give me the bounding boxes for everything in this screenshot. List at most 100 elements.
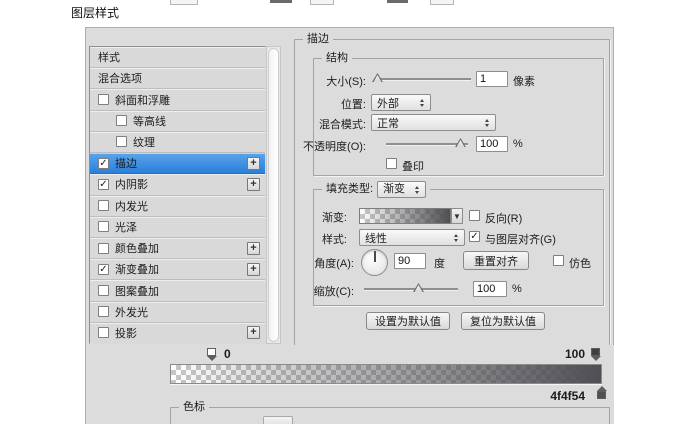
scrollbar-thumb[interactable] bbox=[268, 48, 279, 342]
scale-input[interactable] bbox=[473, 281, 507, 297]
sidebar-item-inner-shadow[interactable]: ✓ 内阴影 + bbox=[90, 174, 265, 196]
sidebar-item-satin[interactable]: 光泽 bbox=[90, 217, 265, 238]
opacity-stop-right[interactable] bbox=[590, 348, 601, 361]
scale-slider-track[interactable] bbox=[364, 288, 458, 290]
inner-glow-checkbox[interactable] bbox=[98, 200, 109, 212]
angle-input[interactable] bbox=[394, 253, 426, 269]
stops-ui-fragment bbox=[263, 416, 293, 424]
sidebar-item-contour[interactable]: 等高线 bbox=[90, 111, 265, 132]
gradient-label: 渐变: bbox=[321, 212, 347, 224]
angle-unit-label: 度 bbox=[434, 258, 445, 270]
outer-glow-checkbox[interactable] bbox=[98, 306, 109, 318]
angle-label: 角度(A): bbox=[314, 258, 354, 270]
position-label: 位置: bbox=[340, 99, 366, 111]
stroke-group-title: 描边 bbox=[303, 33, 333, 46]
satin-checkbox[interactable] bbox=[98, 221, 109, 233]
stops-group-title: 色标 bbox=[179, 401, 209, 414]
add-gradient-overlay-effect-button[interactable]: + bbox=[247, 262, 260, 276]
style-list: 样式 混合选项 斜面和浮雕 等高线 纹理 ✓ 描边 + ✓ 内阴影 + 内发光 … bbox=[89, 46, 266, 344]
sidebar-item-label: 外发光 bbox=[115, 306, 148, 319]
opacity-stop-left[interactable] bbox=[206, 348, 217, 361]
sidebar-item-pattern-overlay[interactable]: 图案叠加 bbox=[90, 280, 265, 302]
add-color-overlay-effect-button[interactable]: + bbox=[247, 241, 260, 255]
blend-mode-dropdown-value: 正常 bbox=[377, 117, 399, 130]
contour-checkbox[interactable] bbox=[116, 115, 127, 127]
angle-dial-needle-icon bbox=[373, 251, 376, 262]
sidebar-item-texture[interactable]: 纹理 bbox=[90, 132, 265, 154]
gradient-swatch[interactable] bbox=[359, 208, 451, 224]
color-stop[interactable] bbox=[596, 386, 607, 399]
texture-checkbox[interactable] bbox=[116, 136, 127, 148]
opacity-slider-track[interactable] bbox=[386, 143, 468, 145]
opacity-stop-box bbox=[207, 348, 216, 356]
opacity-label: 不透明度(O): bbox=[303, 141, 366, 153]
sidebar-item-label: 图案叠加 bbox=[115, 285, 159, 298]
layer-style-dialog: 样式 混合选项 斜面和浮雕 等高线 纹理 ✓ 描边 + ✓ 内阴影 + 内发光 … bbox=[85, 27, 614, 424]
opacity-stop-pointer-icon bbox=[590, 356, 601, 361]
reverse-checkbox[interactable] bbox=[469, 210, 480, 221]
bevel-emboss-checkbox[interactable] bbox=[98, 94, 109, 106]
color-overlay-checkbox[interactable] bbox=[98, 242, 109, 254]
angle-dial[interactable] bbox=[361, 249, 388, 276]
reverse-label: 反向(R) bbox=[485, 213, 523, 225]
blend-mode-dropdown[interactable]: 正常 bbox=[371, 114, 496, 131]
updown-arrows-icon bbox=[415, 184, 421, 196]
gradient-style-dropdown[interactable]: 线性 bbox=[359, 229, 465, 246]
inner-shadow-checkbox[interactable]: ✓ bbox=[98, 178, 109, 190]
align-with-layer-checkbox[interactable]: ✓ bbox=[469, 231, 480, 242]
scale-unit-label: % bbox=[512, 283, 522, 295]
sidebar-item-label: 渐变叠加 bbox=[115, 264, 159, 277]
add-stroke-effect-button[interactable]: + bbox=[247, 156, 260, 170]
gradient-overlay-checkbox[interactable]: ✓ bbox=[98, 263, 109, 275]
pattern-overlay-checkbox[interactable] bbox=[98, 285, 109, 297]
opacity-input[interactable] bbox=[476, 136, 508, 152]
fill-type-legend: 填充类型: 渐变 bbox=[322, 181, 431, 198]
gradient-editor-strip: 0 100 4f4f54 色标 bbox=[87, 345, 614, 424]
add-inner-shadow-effect-button[interactable]: + bbox=[247, 177, 260, 191]
sidebar-item-inner-glow[interactable]: 内发光 bbox=[90, 196, 265, 217]
background-ui-fragment bbox=[310, 0, 334, 5]
add-drop-shadow-effect-button[interactable]: + bbox=[247, 326, 260, 340]
opacity-stop-pointer-icon bbox=[206, 356, 217, 361]
opacity-stop-box bbox=[591, 348, 600, 356]
position-dropdown[interactable]: 外部 bbox=[371, 94, 431, 111]
sidebar-item-outer-glow[interactable]: 外发光 bbox=[90, 302, 265, 323]
stops-group: 色标 bbox=[170, 401, 610, 424]
sidebar-item-bevel-emboss[interactable]: 斜面和浮雕 bbox=[90, 89, 265, 111]
sidebar-item-blending-options[interactable]: 混合选项 bbox=[90, 68, 265, 90]
structure-group-title: 结构 bbox=[322, 52, 352, 65]
fill-type-label: 填充类型: bbox=[326, 183, 374, 195]
sidebar-item-drop-shadow[interactable]: 投影 + bbox=[90, 323, 265, 343]
updown-arrows-icon bbox=[454, 232, 460, 244]
sidebar-item-label: 样式 bbox=[98, 52, 120, 65]
dither-checkbox[interactable] bbox=[553, 255, 564, 266]
reset-default-button[interactable]: 复位为默认值 bbox=[461, 312, 545, 330]
sidebar-item-label: 内发光 bbox=[115, 200, 148, 213]
sidebar-item-color-overlay[interactable]: 颜色叠加 + bbox=[90, 238, 265, 260]
sidebar-item-label: 斜面和浮雕 bbox=[115, 94, 170, 107]
reset-alignment-button[interactable]: 重置对齐 bbox=[463, 251, 529, 270]
size-slider-track[interactable] bbox=[374, 78, 471, 80]
sidebar-item-label: 纹理 bbox=[133, 136, 155, 149]
overprint-checkbox[interactable] bbox=[386, 158, 397, 169]
fill-type-dropdown[interactable]: 渐变 bbox=[377, 181, 427, 198]
color-stop-hex-value: 4f4f54 bbox=[550, 389, 585, 403]
fill-type-group: 填充类型: 渐变 bbox=[313, 181, 604, 306]
sidebar-item-label: 光泽 bbox=[115, 221, 137, 234]
sidebar-item-label: 混合选项 bbox=[98, 73, 142, 86]
position-dropdown-value: 外部 bbox=[377, 97, 399, 110]
drop-shadow-checkbox[interactable] bbox=[98, 327, 109, 339]
make-default-button[interactable]: 设置为默认值 bbox=[366, 312, 450, 330]
style-list-scrollbar[interactable] bbox=[266, 46, 281, 344]
background-ui-fragment bbox=[430, 0, 454, 5]
gradient-preview-bar[interactable] bbox=[170, 364, 602, 384]
sidebar-item-stroke[interactable]: ✓ 描边 + bbox=[90, 153, 265, 175]
background-ui-fragment bbox=[170, 0, 198, 5]
page-title: 图层样式 bbox=[71, 6, 120, 20]
stroke-checkbox[interactable]: ✓ bbox=[98, 157, 109, 169]
size-input[interactable] bbox=[476, 71, 508, 87]
gradient-swatch-arrow-button[interactable]: ▼ bbox=[451, 208, 463, 224]
sidebar-item-styles[interactable]: 样式 bbox=[90, 47, 265, 69]
scale-label: 缩放(C): bbox=[313, 286, 354, 298]
sidebar-item-gradient-overlay[interactable]: ✓ 渐变叠加 + bbox=[90, 259, 265, 281]
